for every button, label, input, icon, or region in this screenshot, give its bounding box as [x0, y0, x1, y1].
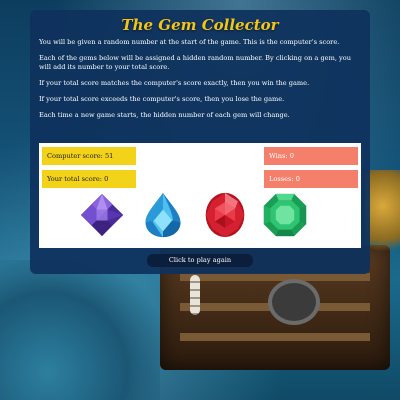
wins-counter: Wins: 0: [264, 147, 358, 165]
losses-counter: Losses: 0: [264, 170, 358, 188]
rule-paragraph: You will be given a random number at the…: [39, 38, 340, 46]
score-board: Computer score: 51 Your total score: 0 W…: [39, 143, 361, 248]
rule-paragraph: Each time a new game starts, the hidden …: [39, 111, 290, 119]
green-gem-icon[interactable]: [262, 192, 308, 238]
rules-text: You will be given a random number at the…: [30, 34, 370, 120]
purple-gem-icon[interactable]: [79, 192, 125, 238]
computer-score: Computer score: 51: [42, 147, 136, 165]
game-panel: The Gem Collector You will be given a ra…: [30, 10, 370, 274]
total-score: Your total score: 0: [42, 170, 136, 188]
game-title: The Gem Collector: [121, 16, 279, 34]
red-gem-icon[interactable]: [202, 192, 248, 238]
rule-paragraph: Each of the gems below will be assigned …: [39, 54, 351, 71]
pearl-necklace: [190, 275, 200, 315]
reef-rocks: [0, 260, 160, 400]
play-again-button[interactable]: Click to play again: [147, 254, 253, 267]
rule-paragraph: If your total score exceeds the computer…: [39, 95, 285, 103]
rule-paragraph: If your total score matches the computer…: [39, 79, 310, 87]
gold-treasure: [365, 170, 400, 260]
blue-gem-icon[interactable]: [140, 192, 186, 238]
chest-lock: [268, 279, 320, 325]
